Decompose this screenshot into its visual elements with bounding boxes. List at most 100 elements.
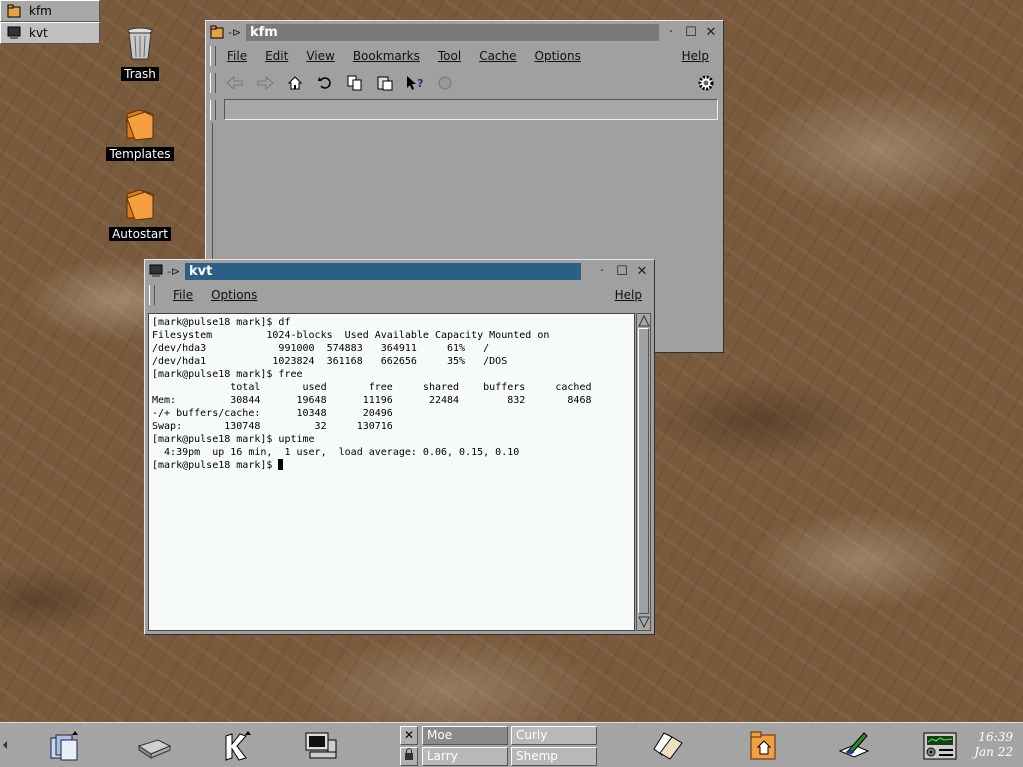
maximize-icon[interactable]: ☐ [683, 24, 699, 40]
clock[interactable]: 16:39 Jan 22 [974, 730, 1013, 760]
menu-view[interactable]: View [297, 49, 343, 63]
close-icon: ✕ [403, 728, 415, 742]
terminal-line: Mem: 30844 19648 11196 22484 832 8468 [152, 395, 592, 406]
desktop-icon-trash[interactable]: Trash [105, 26, 175, 81]
terminal-line: 4:39pm up 16 min, 1 user, load average: … [152, 447, 520, 458]
desktop-icon-templates[interactable]: Templates [105, 106, 175, 161]
terminal-launcher[interactable] [300, 727, 340, 765]
scroll-up-icon[interactable] [638, 315, 650, 327]
menu-file[interactable]: File [218, 49, 256, 63]
window-title: kvt [185, 262, 581, 280]
help-pointer-icon[interactable]: ? [404, 72, 426, 94]
kwrite-launcher[interactable] [648, 727, 688, 765]
terminal-output[interactable]: [mark@pulse18 mark]$ df Filesystem 1024-b… [148, 313, 635, 631]
editor-launcher[interactable] [834, 727, 874, 765]
desktop-button-larry[interactable]: Larry [422, 747, 508, 766]
toolbar-handle[interactable] [210, 46, 216, 66]
task-label: kfm [29, 4, 52, 18]
menu-file[interactable]: File [157, 288, 202, 302]
desktop-icon-label: Autostart [109, 227, 171, 241]
disk-navigator-button[interactable] [134, 727, 174, 765]
kfm-titlebar[interactable]: -⊳ kfm · ☐ ✕ [206, 21, 723, 43]
kvt-menubar: File Options Help [145, 282, 654, 308]
folder-icon [126, 109, 154, 141]
desktop-icon-label: Trash [121, 67, 159, 81]
clock-date: Jan 22 [974, 745, 1013, 759]
desktop-icon-label: Templates [106, 147, 174, 161]
terminal-line: /dev/hda1 1023824 361168 662656 35% /DOS [152, 356, 508, 367]
desktop-button-moe[interactable]: Moe [422, 726, 508, 745]
reload-icon[interactable] [314, 72, 336, 94]
folder-icon [126, 189, 154, 221]
desktop-button-shemp[interactable]: Shemp [511, 747, 597, 766]
kde-panel: ✕ Moe Curly Larry Shemp 16:39 Jan 22 [0, 722, 1023, 767]
terminal-line: [mark@pulse18 mark]$ df [152, 317, 291, 328]
desktop-icon-autostart[interactable]: Autostart [105, 186, 175, 241]
window-list: kfm kvt [0, 0, 100, 44]
logout-button[interactable]: ✕ [400, 726, 418, 745]
terminal-icon [149, 264, 163, 277]
menu-help[interactable]: Help [606, 288, 654, 302]
task-label: kvt [29, 26, 48, 40]
monitor-icon [305, 732, 337, 759]
desktop-button-curly[interactable]: Curly [511, 726, 597, 745]
svg-text:?: ? [417, 77, 423, 90]
menu-help[interactable]: Help [673, 49, 723, 63]
kfm-menubar: File Edit View Bookmarks Tool Cache Opti… [206, 43, 723, 69]
toolbar-handle[interactable] [210, 73, 216, 93]
pin-icon[interactable]: -⊳ [167, 265, 181, 278]
menu-options[interactable]: Options [202, 288, 266, 302]
kvt-window: -⊳ kvt · ☐ ✕ File Options Help [mark@pul… [144, 259, 655, 635]
documents-icon [653, 732, 683, 760]
home-icon[interactable] [284, 72, 306, 94]
window-title: kfm [246, 23, 659, 41]
system-monitor-icon [923, 732, 957, 760]
gear-icon [695, 72, 717, 94]
menu-bookmarks[interactable]: Bookmarks [344, 49, 429, 63]
terminal-icon [7, 26, 21, 39]
scroll-down-icon[interactable] [638, 616, 650, 628]
terminal-line: Swap: 130748 32 130716 [152, 421, 393, 432]
windows-icon [50, 731, 78, 761]
system-monitor-launcher[interactable] [920, 727, 960, 765]
scrollbar[interactable] [636, 313, 651, 631]
menu-tool[interactable]: Tool [429, 49, 470, 63]
terminal-line: [mark@pulse18 mark]$ free [152, 369, 303, 380]
windows-list-button[interactable] [44, 727, 84, 765]
clock-time: 16:39 [978, 730, 1013, 744]
kde-logo-icon [225, 731, 251, 761]
toolbar-handle[interactable] [149, 285, 155, 305]
terminal-line: [mark@pulse18 mark]$ [152, 459, 631, 472]
terminal-line: Filesystem 1024-blocks Used Available Ca… [152, 330, 550, 341]
toolbar-handle[interactable] [210, 100, 216, 120]
task-kfm[interactable]: kfm [0, 0, 100, 22]
paste-icon[interactable] [374, 72, 396, 94]
copy-icon[interactable] [344, 72, 366, 94]
pin-icon[interactable]: -⊳ [228, 26, 242, 39]
k-menu-button[interactable] [216, 727, 256, 765]
back-arrow-icon[interactable] [224, 72, 246, 94]
home-folder-launcher[interactable] [744, 727, 784, 765]
forward-arrow-icon[interactable] [254, 72, 276, 94]
kvt-titlebar[interactable]: -⊳ kvt · ☐ ✕ [145, 260, 654, 282]
close-icon[interactable]: ✕ [703, 24, 719, 40]
trash-icon [127, 27, 153, 60]
folder-icon [7, 4, 21, 18]
minimize-icon[interactable]: · [594, 263, 610, 279]
location-bar [206, 97, 723, 123]
lock-icon [405, 748, 413, 760]
panel-hide-button[interactable] [2, 727, 8, 763]
folder-home-icon [750, 731, 776, 760]
menu-edit[interactable]: Edit [256, 49, 297, 63]
scrollbar-thumb[interactable] [638, 328, 649, 614]
lock-screen-button[interactable] [400, 747, 418, 766]
maximize-icon[interactable]: ☐ [614, 263, 630, 279]
terminal-line: -/+ buffers/cache: 10348 20496 [152, 408, 393, 419]
minimize-icon[interactable]: · [663, 24, 679, 40]
menu-options[interactable]: Options [526, 49, 590, 63]
stop-icon[interactable] [434, 72, 456, 94]
location-input[interactable] [224, 99, 718, 120]
task-kvt[interactable]: kvt [0, 22, 100, 44]
menu-cache[interactable]: Cache [470, 49, 525, 63]
close-icon[interactable]: ✕ [634, 263, 650, 279]
